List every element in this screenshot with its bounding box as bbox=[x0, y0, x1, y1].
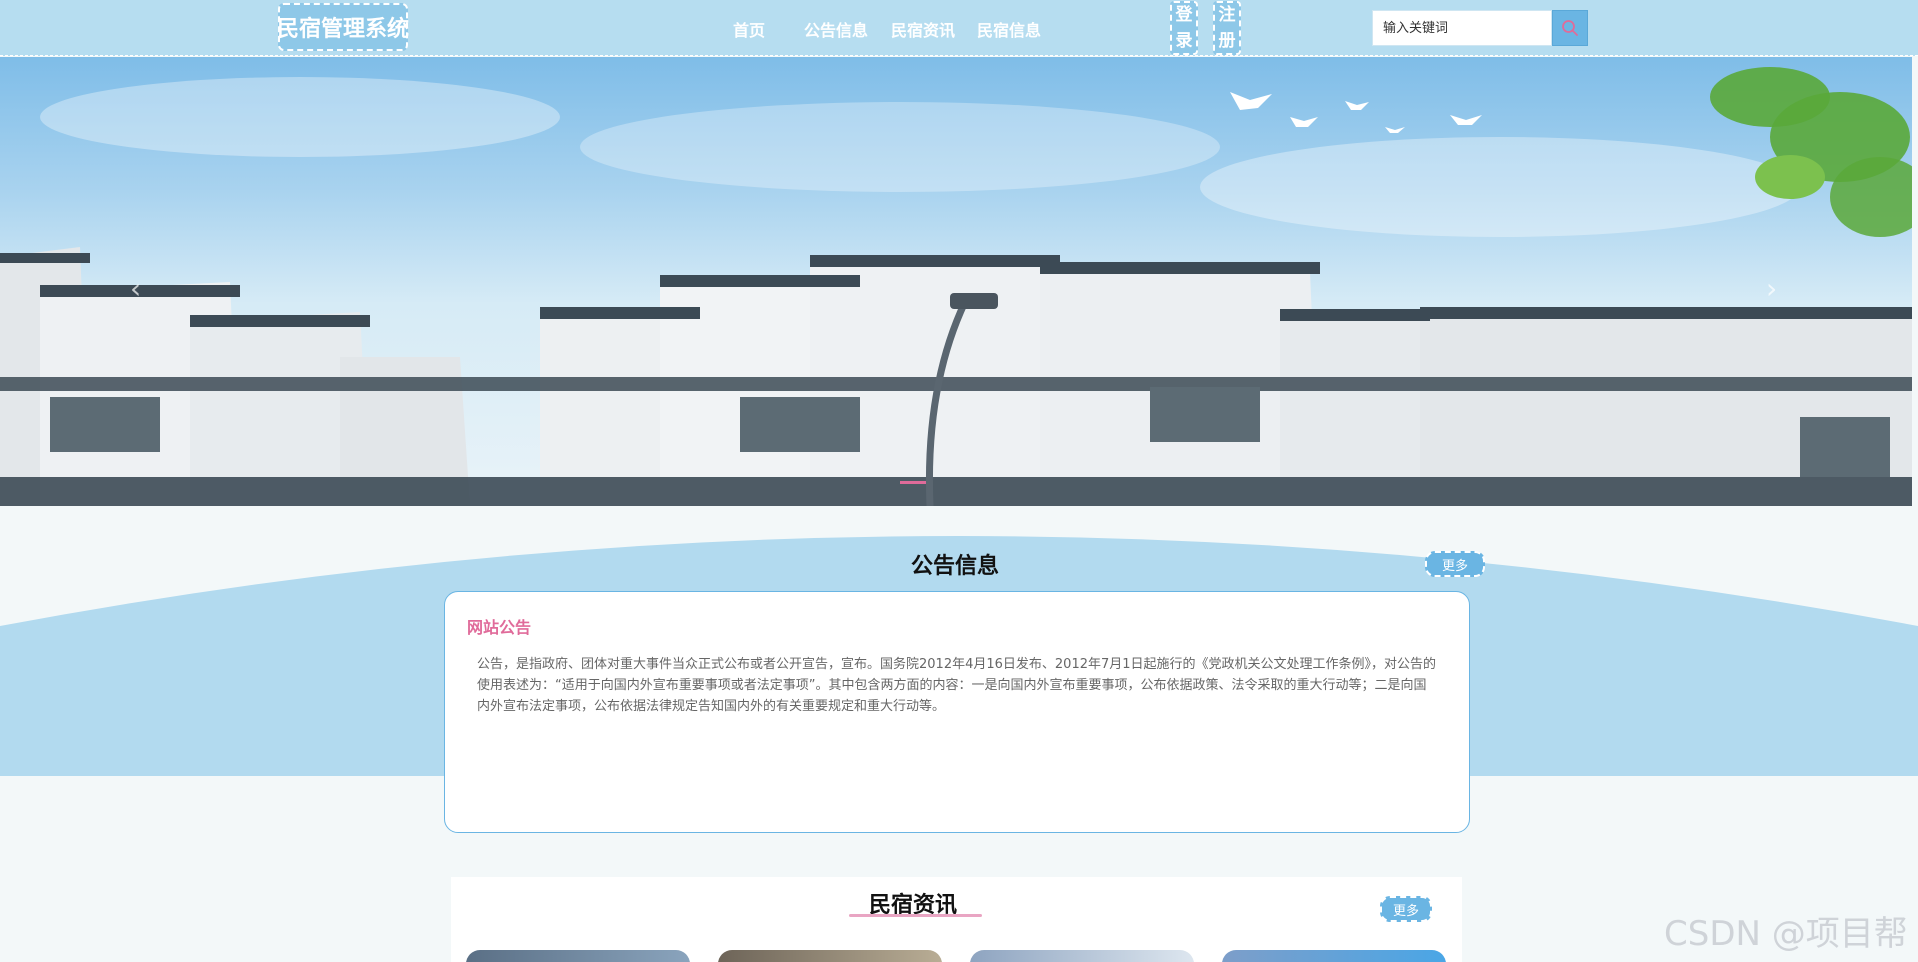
news-thumb-4[interactable] bbox=[1222, 950, 1446, 962]
login-label-1: 登 bbox=[1175, 5, 1193, 25]
search-icon bbox=[1562, 20, 1578, 36]
login-button[interactable]: 登 录 bbox=[1170, 1, 1198, 55]
nav-news[interactable]: 民宿资讯 bbox=[891, 17, 955, 41]
nav-homestay[interactable]: 民宿信息 bbox=[977, 17, 1041, 41]
banner-indicator[interactable] bbox=[900, 481, 926, 484]
notice-card[interactable]: 网站公告 公告，是指政府、团体对重大事件当众正式公布或者公开宣告，宣布。国务院2… bbox=[444, 591, 1470, 833]
notice-more-button[interactable]: 更多 bbox=[1425, 551, 1485, 577]
csdn-watermark: CSDN @项目帮 bbox=[1664, 914, 1908, 954]
search-button[interactable] bbox=[1552, 10, 1588, 46]
search-input[interactable] bbox=[1372, 10, 1552, 46]
register-button[interactable]: 注 册 bbox=[1213, 1, 1241, 55]
nav-home[interactable]: 首页 bbox=[733, 17, 765, 41]
banner-next-arrow[interactable]: › bbox=[1766, 272, 1777, 305]
news-title-underline bbox=[849, 914, 982, 917]
notice-section-title: 公告信息 bbox=[911, 554, 1000, 579]
news-more-button[interactable]: 更多 bbox=[1380, 896, 1432, 922]
login-label-2: 录 bbox=[1175, 31, 1193, 51]
hero-banner[interactable]: ‹ › bbox=[0, 57, 1912, 506]
news-thumb-1[interactable] bbox=[466, 950, 690, 962]
register-label-1: 注 bbox=[1218, 5, 1236, 25]
top-navbar: 民宿管理系统 首页 公告信息 民宿资讯 民宿信息 登 录 注 册 bbox=[0, 0, 1918, 56]
banner-image bbox=[0, 67, 1912, 506]
news-thumb-2[interactable] bbox=[718, 950, 942, 962]
register-label-2: 册 bbox=[1218, 31, 1236, 51]
nav-notice[interactable]: 公告信息 bbox=[804, 17, 868, 41]
news-thumb-3[interactable] bbox=[970, 950, 1194, 962]
site-logo[interactable]: 民宿管理系统 bbox=[277, 3, 409, 51]
notice-card-text: 公告，是指政府、团体对重大事件当众正式公布或者公开宣告，宣布。国务院2012年4… bbox=[477, 657, 1437, 714]
banner-prev-arrow[interactable]: ‹ bbox=[130, 272, 141, 305]
notice-card-title[interactable]: 网站公告 bbox=[467, 614, 531, 638]
